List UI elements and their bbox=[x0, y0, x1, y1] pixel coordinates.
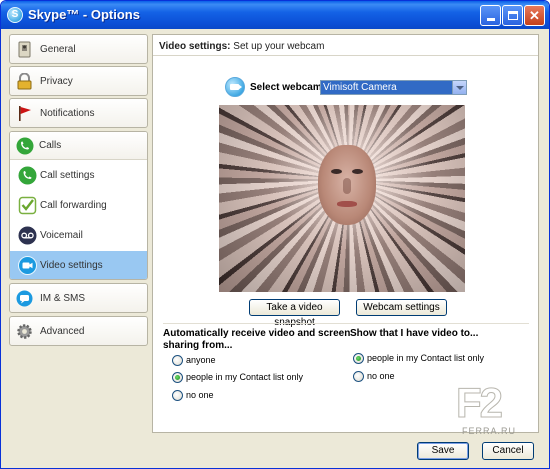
sidebar-item-call-settings[interactable]: Call settings bbox=[10, 161, 147, 191]
calls-group: Calls Call settings Call forwarding Voic… bbox=[9, 131, 148, 280]
webcam-settings-button[interactable]: Webcam settings bbox=[356, 299, 447, 316]
take-snapshot-button[interactable]: Take a video snapshot bbox=[249, 299, 340, 328]
flag-icon bbox=[19, 106, 31, 121]
skype-icon: S bbox=[7, 7, 23, 23]
title-bar[interactable]: S Skype™ - Options ✕ bbox=[1, 1, 549, 29]
sidebar-item-privacy[interactable]: Privacy bbox=[9, 66, 148, 96]
radio-label: no one bbox=[186, 390, 214, 400]
phone-icon bbox=[18, 166, 37, 185]
radio-label: no one bbox=[367, 371, 395, 381]
voicemail-icon bbox=[18, 226, 37, 245]
sidebar-item-advanced[interactable]: Advanced bbox=[9, 316, 148, 346]
gear-icon bbox=[17, 324, 32, 339]
minimize-button[interactable] bbox=[480, 5, 501, 26]
face-nose bbox=[343, 178, 351, 194]
radio-button[interactable] bbox=[172, 355, 183, 366]
watermark-site: FERRA.RU bbox=[462, 426, 517, 436]
sidebar-item-label: Notifications bbox=[40, 108, 95, 119]
padlock-icon bbox=[17, 73, 32, 90]
sidebar-item-notifications[interactable]: Notifications bbox=[9, 98, 148, 128]
sidebar-sub-label: Call settings bbox=[40, 170, 95, 181]
panel-title: Video settings: Set up your webcam bbox=[159, 41, 324, 52]
sidebar-item-video-settings[interactable]: Video settings bbox=[10, 251, 147, 279]
face-mouth bbox=[337, 201, 357, 207]
watermark-logo: F2 FERRA.RU bbox=[455, 379, 536, 439]
radio-button-selected[interactable] bbox=[353, 353, 364, 364]
sidebar-item-call-forwarding[interactable]: Call forwarding bbox=[10, 191, 147, 221]
cancel-button[interactable]: Cancel bbox=[482, 442, 534, 460]
select-webcam-label: Select webcam: bbox=[250, 82, 326, 93]
webcam-preview bbox=[219, 105, 465, 292]
sidebar-item-label: Privacy bbox=[40, 76, 73, 87]
sidebar-item-voicemail[interactable]: Voicemail bbox=[10, 221, 147, 251]
sidebar-item-label: IM & SMS bbox=[40, 293, 86, 304]
phone-icon bbox=[16, 137, 34, 155]
sidebar-item-label: Calls bbox=[39, 140, 62, 151]
sidebar-item-im-sms[interactable]: IM & SMS bbox=[9, 283, 148, 313]
video-settings-panel: Video settings: Set up your webcam Selec… bbox=[152, 34, 539, 433]
divider bbox=[153, 55, 538, 56]
sidebar-sub-label: Video settings bbox=[40, 260, 103, 271]
radio-label: anyone bbox=[186, 355, 216, 365]
face-eye-right bbox=[352, 169, 363, 174]
radio-button[interactable] bbox=[353, 371, 364, 382]
face-image bbox=[318, 145, 376, 225]
sidebar-item-label: General bbox=[40, 44, 76, 55]
sidebar-item-general[interactable]: General bbox=[9, 34, 148, 64]
chevron-down-icon[interactable] bbox=[452, 81, 466, 94]
maximize-button[interactable] bbox=[502, 5, 523, 26]
webcam-select[interactable]: Vimisoft Camera bbox=[320, 80, 467, 95]
divider bbox=[163, 323, 529, 324]
radio-button-selected[interactable] bbox=[172, 372, 183, 383]
maximize-icon bbox=[507, 11, 518, 20]
panel-title-sub: Set up your webcam bbox=[233, 41, 325, 52]
forward-icon bbox=[18, 196, 37, 215]
sidebar-sub-label: Voicemail bbox=[40, 230, 83, 241]
show-video-heading: Show that I have video to... bbox=[350, 328, 479, 339]
chat-icon bbox=[16, 290, 33, 307]
save-button[interactable]: Save bbox=[417, 442, 469, 460]
radio-label: people in my Contact list only bbox=[186, 372, 304, 382]
receive-video-heading: Automatically receive video and screen s… bbox=[163, 328, 351, 351]
radio-label: people in my Contact list only bbox=[367, 353, 485, 363]
minimize-icon bbox=[486, 18, 495, 21]
sidebar-item-calls[interactable]: Calls bbox=[10, 132, 147, 160]
window-title: Skype™ - Options bbox=[28, 7, 140, 22]
sidebar-item-label: Advanced bbox=[40, 326, 85, 337]
video-icon bbox=[18, 256, 37, 275]
webcam-select-value: Vimisoft Camera bbox=[323, 82, 397, 93]
general-icon bbox=[18, 41, 31, 58]
watermark-letters: F2 bbox=[455, 379, 503, 427]
webcam-icon bbox=[225, 77, 245, 97]
options-window: S Skype™ - Options ✕ General Privacy Not… bbox=[0, 0, 550, 469]
close-icon: ✕ bbox=[529, 8, 540, 23]
panel-title-bold: Video settings: bbox=[159, 41, 231, 52]
sidebar-sub-label: Call forwarding bbox=[40, 200, 107, 211]
radio-button[interactable] bbox=[172, 390, 183, 401]
face-eye-left bbox=[331, 169, 342, 174]
close-button[interactable]: ✕ bbox=[524, 5, 545, 26]
